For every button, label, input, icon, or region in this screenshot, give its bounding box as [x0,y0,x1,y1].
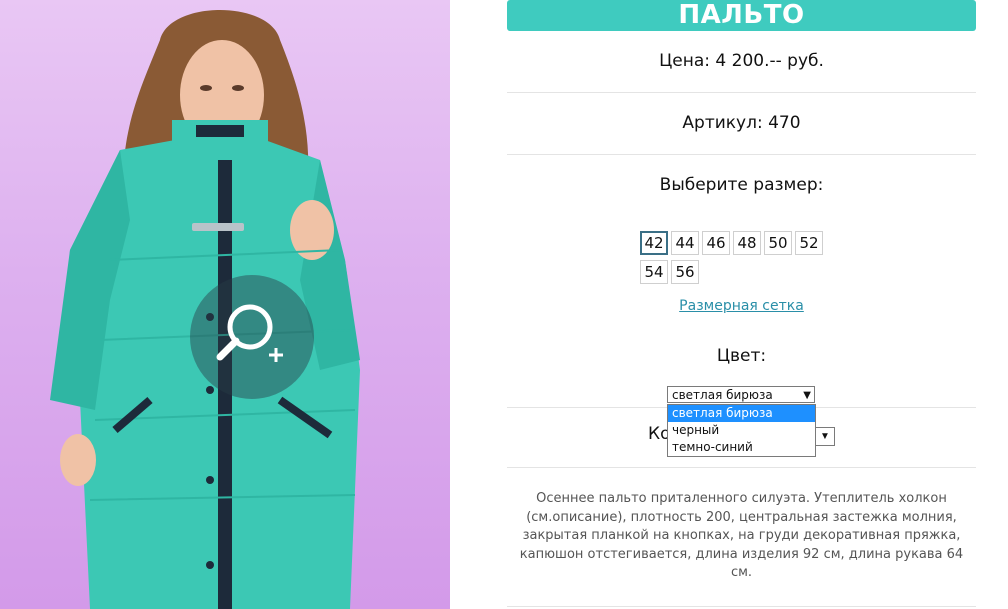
product-title: ПАЛЬТО [507,0,976,31]
size-option[interactable]: 46 [702,231,730,255]
size-option[interactable]: 52 [795,231,823,255]
color-heading: Цвет: [716,346,767,366]
triangle-down-icon: ▼ [803,390,811,401]
size-chart-link[interactable]: Размерная сетка [507,298,976,314]
product-photo[interactable] [0,0,450,609]
color-select-value: светлая бирюза [672,388,773,402]
divider [507,92,976,93]
color-option[interactable]: светлая бирюза [668,405,815,422]
divider [507,154,976,155]
color-select[interactable]: светлая бирюза ▼ [667,386,815,403]
size-heading: Выберите размер: [659,175,824,195]
quantity-select[interactable]: ▼ [816,427,835,446]
size-option[interactable]: 50 [764,231,792,255]
product-price: Цена: 4 200.-- руб. [659,51,824,71]
product-article: Артикул: 470 [682,113,801,133]
divider [507,467,976,468]
color-dropdown-list: светлая бирюза черный темно-синий [667,404,816,457]
magnifier-plus-icon [216,304,283,362]
product-description: Осеннее пальто приталенного силуэта. Уте… [519,491,964,580]
color-option[interactable]: темно-синий [668,439,815,456]
triangle-down-icon: ▼ [820,431,830,442]
size-option[interactable]: 54 [640,260,668,284]
size-option[interactable]: 48 [733,231,761,255]
divider [507,606,976,607]
color-option[interactable]: черный [668,422,815,439]
zoom-button[interactable] [190,275,314,399]
size-option[interactable]: 56 [671,260,699,284]
size-option[interactable]: 44 [671,231,699,255]
size-option[interactable]: 42 [640,231,668,255]
